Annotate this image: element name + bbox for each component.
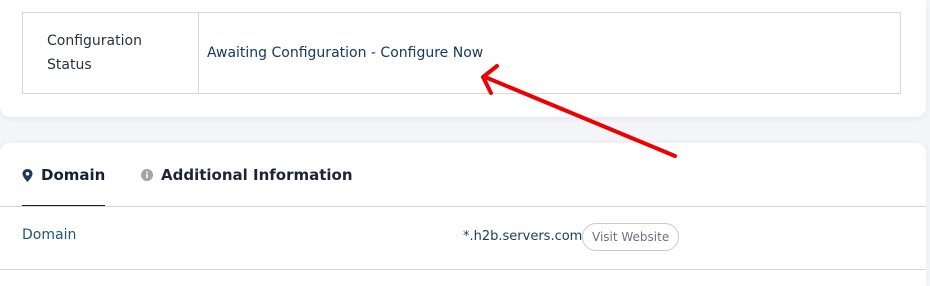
configuration-card: Configuration Status Awaiting Configurat… (0, 0, 926, 117)
domain-row: Domain *.h2b.servers.com Visit Website (0, 207, 926, 269)
tab-domain[interactable]: Domain (22, 143, 106, 207)
domain-row-label: Domain (22, 227, 77, 243)
row-divider (0, 269, 926, 270)
map-pin-icon (22, 168, 33, 182)
configuration-status-value-cell: Awaiting Configuration - Configure Now (199, 13, 900, 93)
configuration-status-label-cell: Configuration Status (23, 13, 199, 93)
configuration-status-label: Configuration Status (47, 33, 142, 73)
info-icon (141, 169, 153, 181)
visit-website-button[interactable]: Visit Website (582, 223, 680, 251)
configuration-status-table: Configuration Status Awaiting Configurat… (22, 12, 901, 94)
domain-info-card: Domain Additional Information Domain *.h… (0, 143, 926, 286)
configure-now-link[interactable]: Awaiting Configuration - Configure Now (207, 45, 483, 61)
tab-additional-information[interactable]: Additional Information (141, 143, 353, 207)
tab-bar: Domain Additional Information (0, 143, 926, 207)
tab-additional-information-label: Additional Information (161, 166, 353, 184)
domain-row-value: *.h2b.servers.com (463, 229, 583, 244)
tab-domain-label: Domain (41, 166, 106, 184)
